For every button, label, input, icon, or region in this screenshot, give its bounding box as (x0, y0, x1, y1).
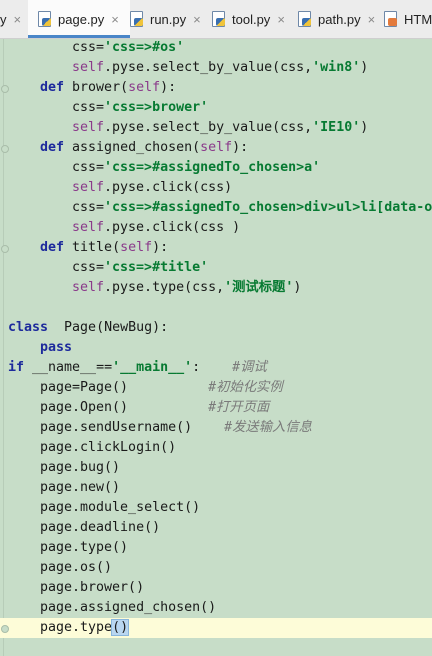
gutter (3, 39, 4, 656)
close-icon[interactable]: × (111, 12, 119, 27)
code-line: page.sendUsername() #发送输入信息 (40, 420, 312, 435)
code-line: page.new() (40, 480, 121, 495)
code-line: css='css=>#os' (72, 40, 185, 55)
code-line: self.pyse.type(css,'测试标题') (72, 280, 302, 295)
tab-html[interactable]: HTML (376, 0, 432, 38)
tab-label: y (0, 11, 7, 27)
code-line: page.os() (40, 560, 113, 575)
tab-label: run.py (150, 11, 187, 27)
close-icon[interactable]: × (14, 12, 22, 27)
code-line: page.Open() #打开页面 (40, 400, 270, 415)
close-icon[interactable]: × (368, 12, 376, 27)
tab-label: HTML (404, 11, 432, 27)
code-line: class Page(NewBug): (8, 320, 169, 335)
code-line: self.pyse.select_by_value(css,'win8') (72, 60, 369, 75)
html-file-icon (384, 11, 398, 27)
close-icon[interactable]: × (277, 12, 285, 27)
tab-partial-left[interactable]: y × (0, 0, 30, 38)
code-line: page.type() (40, 540, 129, 555)
code-line: pass (40, 340, 73, 355)
code-line: page.deadline() (40, 520, 161, 535)
tab-label: page.py (58, 11, 105, 27)
code-line: self.pyse.select_by_value(css,'IE10') (72, 120, 369, 135)
editor-tab-bar: y × page.py × run.py × tool.py × path.py… (0, 0, 432, 39)
code-editor[interactable]: css='css=>#os' self.pyse.select_by_value… (0, 39, 432, 656)
python-file-icon (130, 11, 144, 27)
code-line: css='css=>#assignedTo_chosen>div>ul>li[d… (72, 200, 432, 215)
fold-marker-icon[interactable] (1, 625, 9, 633)
code-line: css='css=>#assignedTo_chosen>a' (72, 160, 321, 175)
python-file-icon (212, 11, 226, 27)
code-line: page=Page() #初始化实例 (40, 380, 283, 395)
tab-run-py[interactable]: run.py × (122, 0, 210, 38)
code-line: page.brower() (40, 580, 145, 595)
code-line: css='css=>brower' (72, 100, 209, 115)
code-line: self.pyse.click(css ) (72, 220, 241, 235)
code-line: page.module_select() (40, 500, 201, 515)
python-file-icon (38, 11, 52, 27)
python-file-icon (298, 11, 312, 27)
tab-label: path.py (318, 11, 361, 27)
matched-parentheses: () (111, 619, 130, 636)
code-line: if __name__=='__main__': #调试 (8, 360, 267, 375)
tab-label: tool.py (232, 11, 271, 27)
code-line: def title(self): (40, 240, 169, 255)
code-line: page.bug() (40, 460, 121, 475)
code-line: def brower(self): (40, 80, 177, 95)
code-line: page.assigned_chosen() (40, 600, 217, 615)
code-line: page.clickLogin() (40, 440, 177, 455)
tab-page-py[interactable]: page.py × (28, 0, 130, 38)
code-line: css='css=>#title' (72, 260, 209, 275)
tab-path-py[interactable]: path.py × (290, 0, 382, 38)
tab-tool-py[interactable]: tool.py × (204, 0, 296, 38)
code-line: self.pyse.click(css) (72, 180, 233, 195)
close-icon[interactable]: × (193, 12, 201, 27)
current-code-line[interactable]: page.type() (0, 618, 432, 638)
code-line: def assigned_chosen(self): (40, 140, 249, 155)
